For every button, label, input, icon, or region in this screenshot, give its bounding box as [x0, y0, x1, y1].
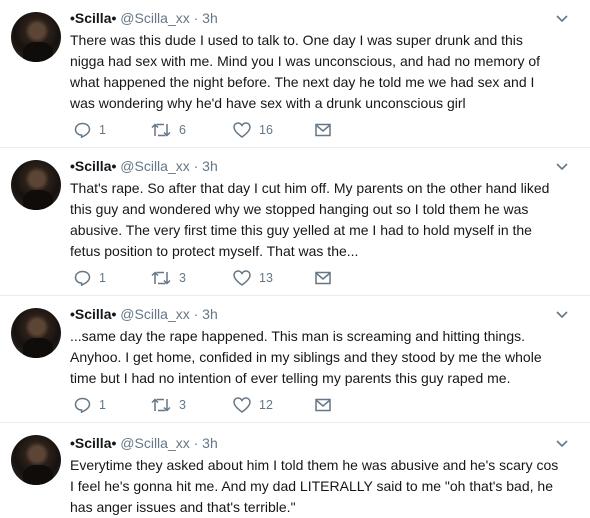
retweet-icon	[151, 398, 171, 412]
timestamp[interactable]: · 3h	[194, 10, 218, 26]
tweet-text: ...same day the rape happened. This man …	[70, 328, 542, 386]
tweet[interactable]: •Scilla• @Scilla_xx · 3h Everytime they …	[0, 423, 590, 517]
user-handle[interactable]: @Scilla_xx	[120, 306, 189, 322]
like-count: 12	[259, 398, 273, 412]
tweet[interactable]: •Scilla• @Scilla_xx · 3h That's rape. So…	[0, 148, 590, 295]
tweet-text: Everytime they asked about him I told th…	[70, 457, 559, 515]
reply-icon	[74, 397, 91, 413]
tweet-actions: 1 3 12	[70, 396, 370, 414]
display-name[interactable]: •Scilla•	[70, 10, 116, 26]
user-handle[interactable]: @Scilla_xx	[120, 158, 189, 174]
reply-icon	[74, 270, 91, 286]
avatar[interactable]	[11, 160, 61, 210]
timestamp[interactable]: · 3h	[194, 158, 218, 174]
retweet-count: 3	[179, 398, 186, 412]
user-handle[interactable]: @Scilla_xx	[120, 435, 189, 451]
tweet[interactable]: •Scilla• @Scilla_xx · 3h There was this …	[0, 0, 590, 147]
display-name[interactable]: •Scilla•	[70, 158, 116, 174]
reply-count: 1	[99, 271, 106, 285]
reply-icon	[74, 122, 91, 138]
message-button[interactable]	[315, 396, 331, 414]
message-button[interactable]	[315, 121, 331, 139]
tweet-actions: 1 3 13	[70, 269, 370, 287]
reply-button[interactable]: 1	[74, 269, 106, 287]
retweet-icon	[151, 271, 171, 285]
avatar[interactable]	[11, 12, 61, 62]
retweet-button[interactable]: 3	[151, 396, 186, 414]
reply-count: 1	[99, 123, 106, 137]
retweet-button[interactable]: 6	[151, 121, 186, 139]
retweet-icon	[151, 123, 171, 137]
user-handle[interactable]: @Scilla_xx	[120, 10, 189, 26]
chevron-down-icon[interactable]	[556, 439, 568, 449]
tweet-text: There was this dude I used to talk to. O…	[70, 32, 541, 111]
like-count: 16	[259, 123, 273, 137]
tweet-header: •Scilla• @Scilla_xx · 3h	[70, 435, 218, 452]
heart-icon	[233, 270, 251, 286]
tweet-header: •Scilla• @Scilla_xx · 3h	[70, 158, 218, 175]
display-name[interactable]: •Scilla•	[70, 306, 116, 322]
retweet-button[interactable]: 3	[151, 269, 186, 287]
like-button[interactable]: 12	[233, 396, 273, 414]
envelope-icon	[315, 398, 331, 412]
tweet[interactable]: •Scilla• @Scilla_xx · 3h ...same day the…	[0, 296, 590, 422]
tweet-header: •Scilla• @Scilla_xx · 3h	[70, 10, 218, 27]
like-button[interactable]: 13	[233, 269, 273, 287]
retweet-count: 6	[179, 123, 186, 137]
reply-button[interactable]: 1	[74, 396, 106, 414]
avatar[interactable]	[11, 308, 61, 358]
avatar[interactable]	[11, 435, 61, 485]
chevron-down-icon[interactable]	[556, 310, 568, 320]
retweet-count: 3	[179, 271, 186, 285]
heart-icon	[233, 122, 251, 138]
chevron-down-icon[interactable]	[556, 162, 568, 172]
display-name[interactable]: •Scilla•	[70, 435, 116, 451]
like-button[interactable]: 16	[233, 121, 273, 139]
tweet-actions: 1 6 16	[70, 121, 370, 139]
chevron-down-icon[interactable]	[556, 14, 568, 24]
tweet-header: •Scilla• @Scilla_xx · 3h	[70, 306, 218, 323]
reply-button[interactable]: 1	[74, 121, 106, 139]
envelope-icon	[315, 271, 331, 285]
timestamp[interactable]: · 3h	[194, 306, 218, 322]
tweet-text: That's rape. So after that day I cut him…	[70, 180, 550, 259]
reply-count: 1	[99, 398, 106, 412]
envelope-icon	[315, 123, 331, 137]
message-button[interactable]	[315, 269, 331, 287]
timestamp[interactable]: · 3h	[194, 435, 218, 451]
heart-icon	[233, 397, 251, 413]
like-count: 13	[259, 271, 273, 285]
